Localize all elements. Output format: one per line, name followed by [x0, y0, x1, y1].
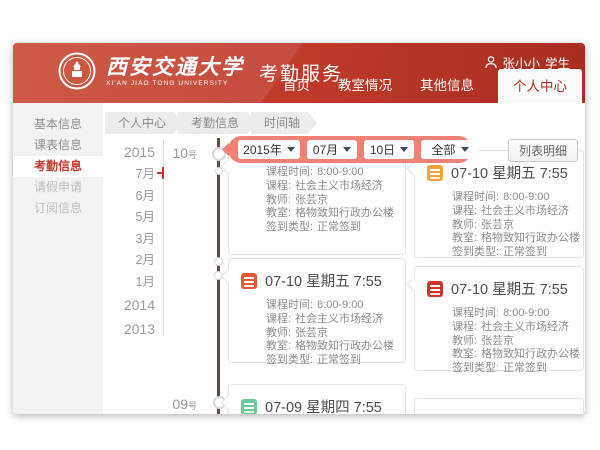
- tnav-month-6[interactable]: 6月: [103, 186, 155, 208]
- university-name-en: XI'AN JIAO TONG UNIVERSITY: [106, 80, 244, 87]
- chevron-down-icon: [343, 147, 351, 152]
- chevron-down-icon: [400, 147, 408, 152]
- timeline-node-small: [214, 257, 223, 266]
- calendar-status-icon: [427, 281, 443, 297]
- breadcrumb: 个人中心 考勤信息 时间轴: [105, 112, 312, 134]
- app-header: 西安交通大学 XI'AN JIAO TONG UNIVERSITY 考勤服务 张…: [13, 43, 585, 103]
- chevron-down-icon: [287, 147, 295, 152]
- tnav-year-2014[interactable]: 2014: [103, 293, 155, 317]
- card-title: 07-10 星期五 7:55: [451, 162, 568, 183]
- university-name-zh: 西安交通大学: [106, 56, 244, 79]
- breadcrumb-timeline[interactable]: 时间轴: [251, 112, 317, 134]
- day-label-10: 10号: [155, 145, 197, 161]
- calendar-status-icon: [241, 273, 257, 289]
- card-title: 07-09 星期四 7:55: [265, 396, 382, 414]
- sidebar-item-basic-info[interactable]: 基本信息: [13, 114, 103, 135]
- attendance-card-partial: 07-09 星期四 7:55: [228, 384, 406, 414]
- app-window: 西安交通大学 XI'AN JIAO TONG UNIVERSITY 考勤服务 张…: [13, 43, 585, 414]
- attendance-card: 07-10 星期五 7:55 课程时间:8:00-9:00 课程:社会主义市场经…: [228, 258, 406, 363]
- nav-other-info[interactable]: 其他信息: [406, 74, 488, 103]
- day-label-09: 09号: [155, 396, 197, 412]
- sidebar: 基本信息 课表信息 考勤信息 请假申请 订阅信息: [13, 103, 103, 414]
- chevron-down-icon: [461, 147, 469, 152]
- year-dropdown[interactable]: 2015年: [238, 140, 300, 159]
- nav-classrooms[interactable]: 教室情况: [324, 74, 406, 103]
- type-dropdown[interactable]: 全部: [421, 140, 479, 159]
- breadcrumb-attendance-info[interactable]: 考勤信息: [178, 112, 256, 134]
- calendar-status-icon: [427, 165, 443, 181]
- sidebar-item-subscription-info[interactable]: 订阅信息: [13, 198, 103, 219]
- month-dropdown[interactable]: 07月: [307, 140, 357, 159]
- tnav-month-1[interactable]: 1月: [103, 272, 155, 294]
- tnav-month-2[interactable]: 2月: [103, 250, 155, 272]
- university-name: 西安交通大学 XI'AN JIAO TONG UNIVERSITY: [106, 56, 244, 87]
- tnav-year-2015[interactable]: 2015: [103, 140, 155, 164]
- attendance-card: 07-10 星期五 7:55 课程时间:8:00-9:00 课程:社会主义市场经…: [414, 266, 584, 371]
- university-logo-icon: [57, 51, 97, 91]
- card-title: 07-10 星期五 7:55: [451, 278, 568, 299]
- timeline-year-month-nav: 2015 7月 6月 5月 3月 2月 1月 2014 2013: [103, 140, 155, 341]
- user-icon: [485, 56, 497, 69]
- attendance-card: 课程时间:8:00-9:00 课程:社会主义市场经济 教师:张芸京 教室:格物致…: [228, 148, 406, 255]
- filter-bar: 2015年 07月 10日 全部: [228, 136, 472, 163]
- calendar-status-icon: [241, 399, 257, 415]
- tnav-month-7[interactable]: 7月: [103, 164, 155, 186]
- main-panel: 个人中心 考勤信息 时间轴 2015 7月 6月 5月 3月 2月 1月 201…: [103, 103, 585, 414]
- breadcrumb-personal-center[interactable]: 个人中心: [105, 112, 183, 134]
- attendance-card: 07-10 星期五 7:55 课程时间:8:00-9:00 课程:社会主义市场经…: [414, 150, 584, 258]
- tnav-month-3[interactable]: 3月: [103, 229, 155, 251]
- tnav-year-2013[interactable]: 2013: [103, 317, 155, 341]
- screen: 西安交通大学 XI'AN JIAO TONG UNIVERSITY 考勤服务 张…: [0, 0, 600, 450]
- day-dropdown[interactable]: 10日: [364, 140, 414, 159]
- sidebar-item-attendance-info[interactable]: 考勤信息: [13, 156, 103, 177]
- content-area: 基本信息 课表信息 考勤信息 请假申请 订阅信息 个人中心 考勤信息 时间轴 2…: [13, 103, 585, 414]
- sidebar-item-leave-request[interactable]: 请假申请: [13, 177, 103, 198]
- nav-home[interactable]: 首页: [269, 74, 324, 103]
- timeline-node-small: [215, 167, 223, 175]
- card-title: 07-10 星期五 7:55: [265, 270, 382, 291]
- current-month-marker-tick: [162, 167, 164, 179]
- sidebar-item-schedule-info[interactable]: 课表信息: [13, 135, 103, 156]
- tnav-month-5[interactable]: 5月: [103, 207, 155, 229]
- nav-personal-center-active[interactable]: 个人中心: [498, 69, 582, 103]
- top-nav: 首页 教室情况 其他信息 个人中心: [269, 69, 582, 103]
- list-detail-button[interactable]: 列表明细: [508, 139, 578, 162]
- attendance-card-partial: [414, 398, 584, 414]
